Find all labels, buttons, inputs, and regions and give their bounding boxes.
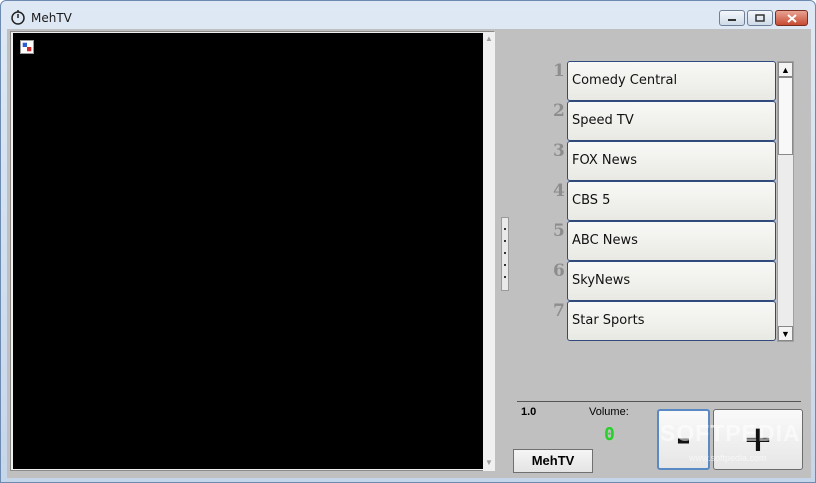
channel-button-star-sports[interactable]: Star Sports (567, 301, 776, 341)
channel-button-comedy-central[interactable]: Comedy Central (567, 61, 776, 101)
channel-button-speed-tv[interactable]: Speed TV (567, 101, 776, 141)
app-window: MehTV ▲ ▼ 1 Comedy Central 2 Speed TV 3 … (0, 0, 816, 483)
minimize-button[interactable] (719, 10, 745, 26)
client-area: ▲ ▼ 1 Comedy Central 2 Speed TV 3 FOX Ne… (7, 29, 811, 478)
channel-row: 3 FOX News (547, 139, 777, 181)
maximize-icon (755, 14, 765, 22)
channel-number: 6 (553, 261, 565, 281)
version-label: 1.0 (521, 406, 537, 418)
maximize-button[interactable] (747, 10, 773, 26)
channel-row: 5 ABC News (547, 219, 777, 261)
splitter-handle[interactable] (501, 217, 509, 291)
channel-button-skynews[interactable]: SkyNews (567, 261, 776, 301)
channel-number: 3 (553, 141, 565, 161)
volume-down-button[interactable]: - (657, 409, 710, 470)
scroll-down-icon[interactable]: ▼ (485, 458, 493, 467)
scroll-up-icon[interactable]: ▲ (778, 62, 793, 77)
channel-button-abc-news[interactable]: ABC News (567, 221, 776, 261)
volume-value: 0 (604, 424, 615, 445)
minimize-icon (728, 19, 736, 21)
channel-row: 2 Speed TV (547, 99, 777, 141)
scroll-thumb[interactable] (778, 77, 793, 155)
close-button[interactable] (775, 10, 808, 26)
scroll-down-icon[interactable]: ▼ (778, 326, 793, 341)
video-scrollbar[interactable]: ▲ ▼ (483, 32, 495, 471)
stopwatch-icon (11, 10, 25, 25)
grip-dot (504, 252, 506, 254)
title-bar[interactable]: MehTV (1, 1, 815, 29)
channel-button-fox-news[interactable]: FOX News (567, 141, 776, 181)
scroll-up-icon[interactable]: ▲ (485, 34, 493, 43)
channel-button-cbs-5[interactable]: CBS 5 (567, 181, 776, 221)
close-icon (786, 13, 797, 23)
video-player[interactable] (13, 33, 483, 469)
channel-number: 2 (553, 101, 565, 121)
channel-number: 4 (553, 181, 565, 201)
divider (517, 401, 801, 402)
grip-dot (504, 264, 506, 266)
grip-dot (504, 276, 506, 278)
channel-number: 5 (553, 221, 565, 241)
window-title: MehTV (31, 11, 72, 25)
grip-dot (504, 240, 506, 242)
channel-row: 1 Comedy Central (547, 59, 777, 101)
channel-row: 7 Star Sports (547, 299, 777, 341)
video-frame: ▲ ▼ (10, 31, 495, 471)
channel-list: 1 Comedy Central 2 Speed TV 3 FOX News 4… (547, 59, 797, 344)
channel-row: 6 SkyNews (547, 259, 777, 301)
grip-dot (504, 228, 506, 230)
volume-label: Volume: (589, 406, 629, 418)
channel-row: 4 CBS 5 (547, 179, 777, 221)
channel-number: 7 (553, 301, 565, 321)
mehtv-button[interactable]: MehTV (513, 449, 593, 473)
volume-up-button[interactable]: + (713, 409, 803, 470)
channel-list-scrollbar[interactable]: ▲ ▼ (777, 61, 794, 342)
channel-number: 1 (553, 61, 565, 81)
broken-image-icon (20, 40, 34, 54)
